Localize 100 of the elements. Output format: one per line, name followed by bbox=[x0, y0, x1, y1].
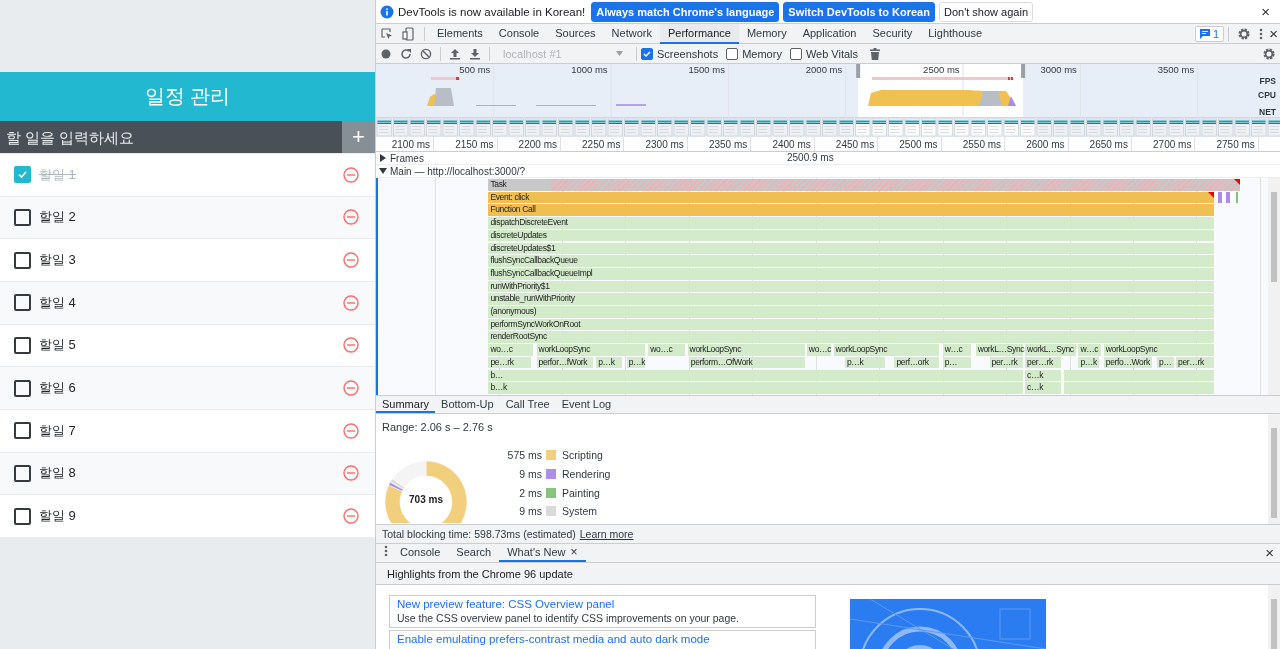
checkbox[interactable] bbox=[14, 464, 31, 482]
feature-link[interactable]: New preview feature: CSS Overview panel bbox=[397, 598, 808, 611]
flame-block[interactable]: b…k bbox=[488, 382, 1024, 394]
scrollbar[interactable] bbox=[1268, 414, 1280, 524]
flame-block[interactable]: p…k bbox=[844, 356, 886, 369]
flame-block[interactable]: wo…c bbox=[648, 344, 687, 356]
flame-block[interactable]: per…rk bbox=[1025, 356, 1062, 369]
flame-block[interactable]: perf…ork bbox=[894, 356, 941, 369]
flame-block[interactable]: p…k bbox=[596, 356, 623, 369]
flame-block[interactable]: unstable_runWithPriority bbox=[488, 293, 1216, 305]
close-button[interactable]: × bbox=[1267, 26, 1280, 41]
remove-icon[interactable] bbox=[343, 380, 359, 397]
learn-more-link[interactable]: Learn more bbox=[579, 528, 634, 540]
checkbox[interactable] bbox=[14, 336, 31, 354]
settings-icon[interactable] bbox=[1262, 46, 1276, 61]
flame-block[interactable]: p… bbox=[942, 356, 972, 369]
checkbox[interactable] bbox=[641, 47, 653, 60]
infobar-button[interactable]: Don't show again bbox=[938, 1, 1033, 22]
checkbox[interactable] bbox=[14, 294, 31, 312]
remove-icon[interactable] bbox=[343, 337, 359, 354]
panel-tab[interactable]: Lighthouse bbox=[920, 23, 991, 44]
flame-block[interactable]: c…k bbox=[1025, 382, 1062, 394]
flame-block[interactable]: pe…rk bbox=[488, 356, 532, 369]
remove-icon[interactable] bbox=[343, 166, 359, 183]
close-button[interactable]: × bbox=[1259, 4, 1272, 19]
flame-block[interactable]: workLoopSync bbox=[1103, 344, 1216, 356]
details-tab[interactable]: Bottom-Up bbox=[435, 396, 500, 413]
expand-arrow-icon[interactable] bbox=[379, 154, 387, 162]
reload-icon[interactable] bbox=[400, 47, 412, 60]
flame-block[interactable]: workL…Sync bbox=[1025, 344, 1078, 356]
flame-block[interactable] bbox=[1217, 191, 1224, 204]
trash-icon[interactable] bbox=[870, 47, 881, 60]
upload-icon[interactable] bbox=[449, 47, 461, 60]
clear-icon[interactable] bbox=[420, 47, 432, 60]
flame-block[interactable]: wo…c bbox=[488, 344, 535, 356]
panel-tab[interactable]: Security bbox=[864, 23, 921, 44]
flame-block[interactable]: per…rk bbox=[989, 356, 1024, 369]
flame-block[interactable]: workLoopSync bbox=[536, 344, 646, 356]
flame-block[interactable]: workLoopSync bbox=[833, 344, 941, 356]
flame-block[interactable]: c…k bbox=[1025, 369, 1062, 382]
flame-block[interactable]: w…c bbox=[1078, 344, 1103, 356]
remove-icon[interactable] bbox=[343, 465, 359, 482]
panel-tab[interactable]: Elements bbox=[429, 23, 491, 44]
panel-tab[interactable]: Network bbox=[603, 23, 660, 44]
flame-block[interactable]: per…rk bbox=[1176, 356, 1216, 369]
remove-icon[interactable] bbox=[343, 294, 359, 311]
download-icon[interactable] bbox=[469, 47, 481, 60]
panel-tab[interactable]: Memory bbox=[738, 23, 795, 44]
flame-block[interactable]: p… bbox=[1157, 356, 1175, 369]
drawer-tab[interactable]: Console bbox=[392, 544, 449, 562]
flame-block[interactable]: discreteUpdates bbox=[488, 229, 1216, 242]
checkbox[interactable] bbox=[14, 166, 31, 184]
flame-block[interactable]: workL…Sync bbox=[975, 344, 1024, 356]
infobar-button[interactable]: Switch DevTools to Korean bbox=[783, 1, 935, 22]
flame-block[interactable]: perfor…fWork bbox=[536, 356, 594, 369]
drawer-tab[interactable]: Search bbox=[448, 544, 500, 562]
checkbox[interactable] bbox=[789, 47, 802, 60]
flame-block[interactable]: dispatchDiscreteEvent bbox=[488, 217, 1216, 229]
flame-block[interactable]: w…c bbox=[942, 344, 972, 356]
todo-input-field[interactable]: 할 일을 입력하세요 bbox=[0, 121, 342, 153]
flame-block[interactable]: flushSyncCallbackQueue bbox=[488, 255, 1216, 267]
infobar-button[interactable]: Always match Chrome's language bbox=[591, 1, 780, 22]
checkbox[interactable] bbox=[14, 379, 31, 397]
flame-block[interactable]: p…k bbox=[1078, 356, 1100, 369]
flame-block[interactable]: (anonymous) bbox=[488, 306, 1216, 318]
checkbox[interactable] bbox=[14, 422, 31, 440]
flame-block[interactable]: p…k bbox=[626, 356, 646, 369]
flame-block[interactable]: perform…OfWork bbox=[688, 356, 806, 369]
flame-block[interactable]: Event: click bbox=[488, 191, 1216, 204]
remove-icon[interactable] bbox=[343, 209, 359, 226]
scrollbar[interactable] bbox=[1268, 585, 1280, 649]
details-tab[interactable]: Summary bbox=[376, 396, 436, 413]
flame-block[interactable]: Task bbox=[488, 179, 1241, 191]
checkbox[interactable] bbox=[14, 209, 31, 226]
details-tab[interactable]: Call Tree bbox=[499, 396, 556, 413]
settings-icon[interactable] bbox=[1237, 26, 1252, 41]
panel-tab[interactable]: Console bbox=[490, 23, 548, 44]
remove-icon[interactable] bbox=[343, 422, 359, 439]
checkbox[interactable] bbox=[14, 507, 31, 525]
expand-arrow-icon[interactable] bbox=[379, 167, 387, 175]
panel-tab[interactable]: Application bbox=[794, 23, 865, 44]
record-icon[interactable] bbox=[380, 47, 392, 60]
scrollbar[interactable] bbox=[1268, 178, 1280, 395]
checkbox[interactable] bbox=[726, 47, 739, 60]
flame-block[interactable]: perfo…Work bbox=[1103, 356, 1154, 369]
flame-block[interactable]: workLoopSync bbox=[687, 344, 806, 356]
flame-block[interactable]: Function Call bbox=[488, 204, 1216, 217]
issues-button[interactable]: 1 bbox=[1195, 25, 1225, 42]
flame-block[interactable]: renderRootSync bbox=[488, 331, 1216, 344]
flame-block[interactable]: wo…c bbox=[806, 344, 833, 356]
device-toolbar-icon[interactable] bbox=[402, 26, 416, 41]
close-button[interactable]: × bbox=[570, 545, 578, 559]
remove-icon[interactable] bbox=[343, 508, 359, 525]
remove-icon[interactable] bbox=[343, 252, 359, 269]
details-tab[interactable]: Event Log bbox=[555, 396, 618, 413]
flame-block[interactable]: runWithPriority$1 bbox=[488, 280, 1216, 293]
flame-block[interactable]: flushSyncCallbackQueueImpl bbox=[488, 267, 1216, 280]
flame-block[interactable]: discreteUpdates$1 bbox=[488, 242, 1216, 255]
checkbox[interactable] bbox=[14, 251, 31, 269]
feature-link[interactable]: Enable emulating prefers-contrast media and auto dark mode bbox=[397, 633, 808, 646]
